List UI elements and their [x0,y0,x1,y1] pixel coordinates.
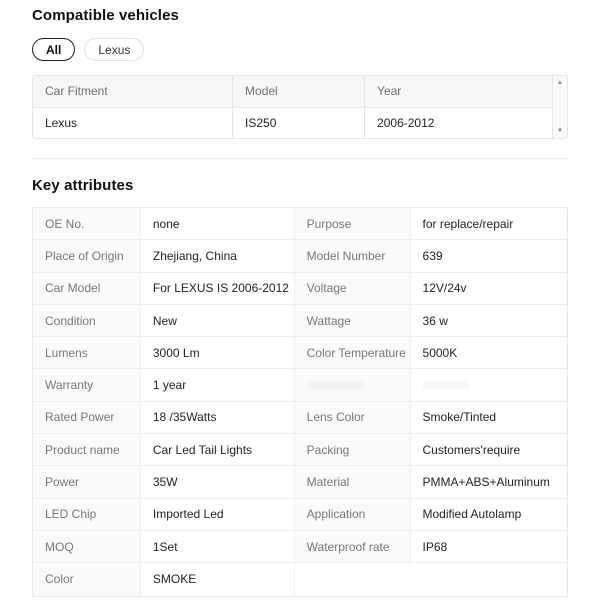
faded-label-placeholder [306,381,365,390]
attribute-value: 639 [410,240,567,272]
section-divider [32,158,568,159]
attribute-label: Lumens [33,337,141,369]
attribute-label: Condition [33,304,141,337]
attribute-label: Model Number [294,240,411,272]
attribute-label: Purpose [294,208,411,240]
attribute-label: Place of Origin [33,240,141,272]
attribute-value: Customers'require [410,434,567,466]
attribute-label: Waterproof rate [294,530,411,563]
attribute-row: Power 35W Material PMMA+ABS+Aluminum [33,466,567,499]
attribute-value: none [140,208,295,240]
attribute-value: New [140,304,295,337]
attribute-row: LED Chip Imported Led Application Modified … [33,498,567,531]
attribute-label: Power [33,466,141,498]
attribute-row: OE No. none Purpose for replace/repair [33,208,567,241]
attribute-value: IP68 [410,530,567,563]
scroll-up-icon[interactable]: ▲ [557,80,563,86]
key-attributes-title: Key attributes [32,177,134,194]
attribute-value: 36 w [410,304,567,337]
attribute-value: for replace/repair [410,208,567,240]
vehicles-column-header: Car Fitment [33,76,234,108]
attribute-label: Car Model [33,272,141,304]
attribute-empty-cell [294,563,567,596]
compatible-vehicles-table: Car Fitment Model Year Lexus IS250 2006-2012… [32,75,568,139]
vehicle-cell: Lexus [33,107,234,138]
attribute-value: 12V/24v [410,272,567,304]
attribute-label: LED Chip [33,498,141,530]
vehicle-cell: IS250 [232,107,366,138]
attribute-value: For LEXUS IS 2006-2012 [140,272,295,304]
vehicles-table-body: Lexus IS250 2006-2012 [33,107,552,138]
attribute-value: 18 /35Watts [140,401,295,434]
vehicles-table-header-row: Car Fitment Model Year [33,76,552,108]
attribute-label: Lens Color [294,401,411,434]
faded-value-placeholder [422,381,469,390]
attribute-value: Smoke/Tinted [410,401,567,434]
attribute-value: Zhejiang, China [140,240,295,272]
attribute-label: Warranty [33,369,141,401]
vehicle-cell: 2006-2012 [364,107,552,138]
attribute-row: Condition New Wattage 36 w [33,304,567,338]
filter-pill-all[interactable]: All [32,38,76,61]
attribute-label: Material [294,466,411,498]
attribute-row: Warranty 1 year [33,369,567,402]
vehicle-filter-pills: All Lexus [32,38,568,61]
attribute-row: Product name Car Led Tail Lights Packing Cu… [33,434,567,467]
attribute-label: Packing [294,434,411,466]
attribute-row: Car Model For LEXUS IS 2006-2012 Voltage 12… [33,272,567,305]
attribute-label: Voltage [294,272,411,304]
compatible-vehicles-title: Compatible vehicles [32,7,179,24]
vehicles-column-header: Year [364,76,552,108]
attribute-row: Rated Power 18 /35Watts Lens Color Smoke/Ti… [33,401,567,435]
attribute-value: Modified Autolamp [410,498,567,530]
attribute-value: 1Set [140,530,295,563]
attribute-value: SMOKE [140,563,295,596]
attribute-label: Color Temperature [294,337,411,369]
attribute-label: Wattage [294,304,411,337]
attribute-label: Color [33,563,141,596]
vehicles-table: Car Fitment Model Year Lexus IS250 2006-2012 [33,76,552,138]
scroll-down-icon[interactable]: ▼ [557,128,563,134]
vehicle-row: Lexus IS250 2006-2012 [33,107,552,138]
product-detail-page: Compatible vehicles All Lexus Car Fitment… [0,0,600,600]
attribute-value: 1 year [140,369,295,401]
attribute-label: Product name [33,434,141,466]
attribute-label: MOQ [33,530,141,563]
vehicles-column-header: Model [232,76,366,108]
attribute-value: Imported Led [140,498,295,530]
attribute-row: Lumens 3000 Lm Color Temperature 5000K [33,337,567,370]
attribute-row: Place of Origin Zhejiang, China Model Numb… [33,240,567,273]
attribute-label: Rated Power [33,401,141,434]
attribute-value: Car Led Tail Lights [140,434,295,466]
attribute-label [294,369,411,401]
attribute-value: 35W [140,466,295,498]
attribute-label: OE No. [33,208,141,240]
attribute-row: Color SMOKE [33,563,567,596]
attribute-value: 5000K [410,337,567,369]
filter-pill-lexus[interactable]: Lexus [84,38,145,61]
attribute-value: PMMA+ABS+Aluminum [410,466,567,498]
attribute-value: 3000 Lm [140,337,295,369]
key-attributes-table: OE No. none Purpose for replace/repair Place… [32,207,568,597]
vehicles-table-scrollbar[interactable]: ▲ ▼ [552,76,567,138]
attribute-row: MOQ 1Set Waterproof rate IP68 [33,530,567,564]
attribute-value [410,369,567,401]
attribute-label: Application [294,498,411,530]
